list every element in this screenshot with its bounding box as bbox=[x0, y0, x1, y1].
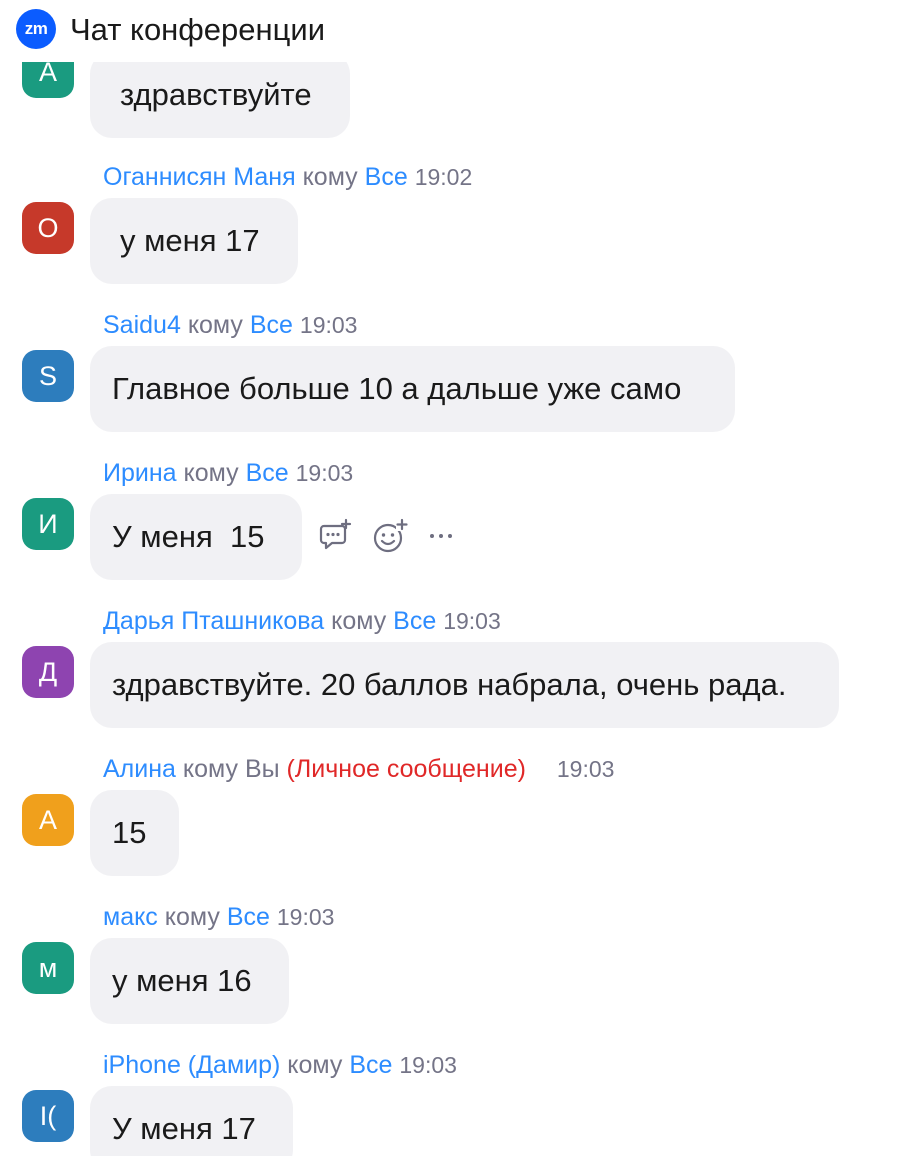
message-header: Saidu4 кому Все 19:03 bbox=[103, 310, 357, 340]
sender-name[interactable]: Дарья Пташникова bbox=[103, 607, 324, 635]
to-label: кому bbox=[182, 755, 238, 783]
message-bubble[interactable]: здравствуйте. 20 баллов набрала, очень р… bbox=[90, 642, 839, 728]
reply-icon[interactable] bbox=[318, 518, 354, 554]
recipient-name[interactable]: Все bbox=[349, 1051, 392, 1079]
avatar[interactable]: A bbox=[22, 62, 74, 98]
message-bubble[interactable]: 15 bbox=[90, 790, 179, 876]
to-label: кому bbox=[164, 903, 220, 931]
message-header: макс кому Все 19:03 bbox=[103, 902, 334, 932]
to-label: кому bbox=[187, 311, 243, 339]
avatar[interactable]: м bbox=[22, 942, 74, 994]
message-bubble[interactable]: у меня 17 bbox=[90, 198, 298, 284]
to-label: кому bbox=[183, 459, 239, 487]
avatar[interactable]: A bbox=[22, 794, 74, 846]
to-label: кому bbox=[331, 607, 387, 635]
message-time: 19:03 bbox=[443, 608, 501, 634]
message-time: 19:02 bbox=[414, 164, 473, 190]
avatar[interactable]: O bbox=[22, 202, 74, 254]
sender-name[interactable]: Saidu4 bbox=[103, 311, 181, 339]
message-bubble[interactable]: Главное больше 10 а дальше уже само bbox=[90, 346, 735, 432]
avatar[interactable]: S bbox=[22, 350, 74, 402]
message-header: Дарья Пташникова кому Все 19:03 bbox=[103, 606, 501, 636]
recipient-name[interactable]: Все bbox=[227, 903, 270, 931]
recipient-name[interactable]: Все bbox=[393, 607, 436, 635]
avatar[interactable]: I( bbox=[22, 1090, 74, 1142]
message-bubble[interactable]: У меня 17 bbox=[90, 1086, 293, 1156]
message-header: Алина кому Вы (Личное сообщение) 19:03 bbox=[103, 754, 614, 784]
message-header: iPhone (Дамир) кому Все 19:03 bbox=[103, 1050, 457, 1080]
message-bubble[interactable]: здравствуйте bbox=[90, 62, 350, 138]
recipient-name[interactable]: Все bbox=[365, 163, 408, 191]
message-time: 19:03 bbox=[276, 904, 335, 930]
more-icon[interactable] bbox=[426, 518, 456, 554]
message-header: Ирина кому Все 19:03 bbox=[103, 458, 353, 488]
message-bubble[interactable]: У меня 15 bbox=[90, 494, 302, 580]
to-label: кому bbox=[302, 163, 358, 191]
private-message-label: (Личное сообщение) bbox=[286, 755, 526, 783]
recipient-name[interactable]: Все bbox=[246, 459, 289, 487]
avatar[interactable]: Д bbox=[22, 646, 74, 698]
avatar[interactable]: И bbox=[22, 498, 74, 550]
sender-name[interactable]: Оганнисян Маня bbox=[103, 163, 296, 191]
to-label: кому bbox=[287, 1051, 343, 1079]
message-header: Оганнисян Маня кому Все 19:02 bbox=[103, 162, 472, 192]
add-reaction-icon[interactable] bbox=[372, 518, 408, 554]
message-time: 19:03 bbox=[295, 460, 354, 486]
recipient-name: Вы bbox=[244, 755, 280, 783]
chat-title-bar: zm Чат конференции bbox=[0, 0, 916, 62]
recipient-name[interactable]: Все bbox=[250, 311, 293, 339]
message-bubble[interactable]: у меня 16 bbox=[90, 938, 289, 1024]
zoom-logo-icon: zm bbox=[16, 9, 56, 49]
message-time: 19:03 bbox=[399, 1052, 457, 1078]
sender-name[interactable]: Алина bbox=[103, 755, 176, 783]
sender-name[interactable]: макс bbox=[103, 903, 158, 931]
message-time: 19:03 bbox=[299, 312, 358, 338]
message-time: 19:03 bbox=[556, 756, 615, 782]
sender-name[interactable]: Ирина bbox=[103, 459, 177, 487]
message-hover-actions bbox=[318, 518, 456, 554]
window-title: Чат конференции bbox=[70, 12, 326, 47]
chat-message-list[interactable]: A здравствуйте Оганнисян Маня кому Все 1… bbox=[0, 62, 916, 1156]
sender-name[interactable]: iPhone (Дамир) bbox=[103, 1051, 280, 1079]
